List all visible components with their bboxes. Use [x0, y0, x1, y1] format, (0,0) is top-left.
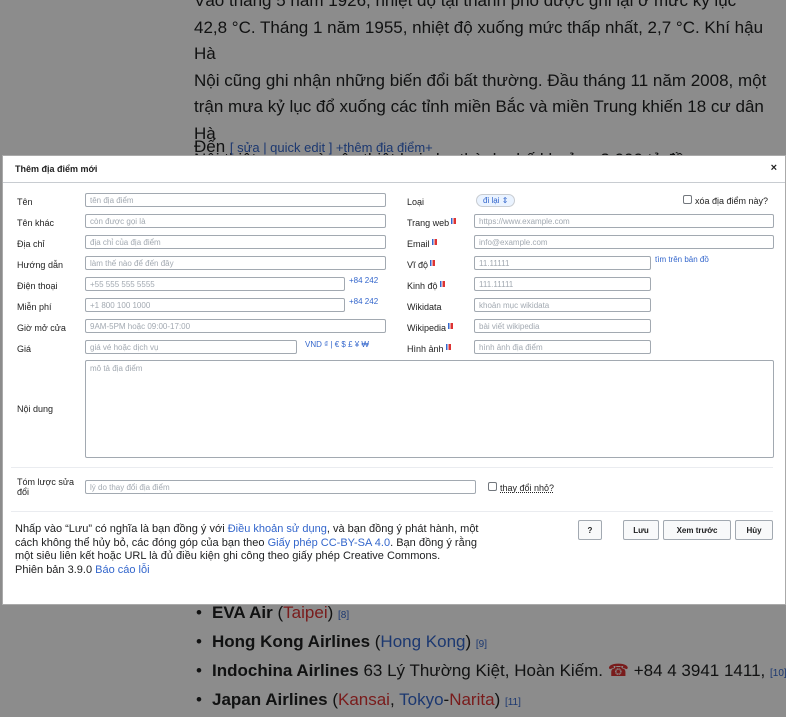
close-icon[interactable]: ×: [771, 162, 777, 174]
label-address: Địa chỉ: [17, 239, 45, 249]
wikidata-flag-icon: [431, 239, 437, 245]
label-email: Email: [407, 239, 437, 249]
cancel-button[interactable]: Hủy: [735, 520, 773, 540]
wikidata-flag-icon: [445, 344, 451, 350]
label-tollfree: Miễn phí: [17, 302, 52, 312]
label-alt: Tên khác: [17, 218, 55, 228]
wikidata-flag-icon: [451, 218, 457, 224]
label-price: Giá: [17, 344, 32, 354]
delete-label: xóa địa điểm này?: [695, 196, 769, 206]
long-input[interactable]: [474, 277, 651, 291]
name-input[interactable]: [85, 193, 386, 207]
type-select[interactable]: đi lại ⇕: [476, 194, 516, 207]
preview-button[interactable]: Xem trước: [663, 520, 731, 540]
dialog-title: Thêm địa điểm mới: [15, 164, 98, 174]
price-input[interactable]: [85, 340, 297, 354]
email-input[interactable]: [474, 235, 774, 249]
label-type: Loại: [407, 197, 425, 207]
wikidata-input[interactable]: [474, 298, 651, 312]
label-hours: Giờ mở cửa: [17, 323, 66, 333]
label-phone: Điện thoại: [17, 281, 58, 291]
add-listing-dialog: Thêm địa điểm mới × Tên Tên khác Địa chỉ…: [2, 155, 786, 605]
label-image: Hình ảnh: [407, 344, 451, 354]
license-notice: Nhấp vào “Lưu” có nghĩa là bạn đồng ý vớ…: [15, 523, 479, 576]
help-button[interactable]: ?: [578, 520, 602, 540]
find-on-map-link[interactable]: tìm trên bản đồ: [655, 255, 709, 264]
divider: [11, 467, 773, 468]
label-lat: Vĩ độ: [407, 260, 436, 270]
tollfree-input[interactable]: [85, 298, 345, 312]
divider: [11, 511, 773, 512]
wikidata-flag-icon: [439, 281, 445, 287]
label-name: Tên: [17, 197, 33, 207]
wikidata-flag-icon: [430, 260, 436, 266]
save-button[interactable]: Lưu: [623, 520, 659, 540]
chevron-updown-icon: ⇕: [501, 196, 509, 205]
label-long: Kinh độ: [407, 281, 445, 291]
terms-link[interactable]: Điều khoản sử dụng: [228, 523, 327, 535]
image-input[interactable]: [474, 340, 651, 354]
address-input[interactable]: [85, 235, 386, 249]
wikidata-flag-icon: [448, 323, 454, 329]
content-textarea[interactable]: [85, 360, 774, 458]
summary-input[interactable]: [85, 480, 476, 494]
website-input[interactable]: [474, 214, 774, 228]
minor-edit-checkbox[interactable]: [488, 482, 497, 491]
lat-input[interactable]: [474, 256, 651, 270]
license-link[interactable]: Giấy phép CC-BY-SA 4.0: [268, 537, 391, 549]
label-wikidata: Wikidata: [407, 302, 442, 312]
label-summary: Tóm lược sửa đổi: [17, 477, 74, 497]
report-bug-link[interactable]: Báo cáo lỗi: [95, 564, 149, 576]
label-directions: Hướng dẫn: [17, 260, 63, 270]
label-website: Trang web: [407, 218, 457, 228]
delete-checkbox[interactable]: [683, 195, 692, 204]
dialog-header: Thêm địa điểm mới ×: [3, 156, 785, 183]
phone-prefix-link[interactable]: +84 242: [349, 276, 378, 285]
alt-input[interactable]: [85, 214, 386, 228]
label-wikipedia: Wikipedia: [407, 323, 454, 333]
wikipedia-input[interactable]: [474, 319, 651, 333]
phone-input[interactable]: [85, 277, 345, 291]
currency-links[interactable]: VND ₫ | € $ £ ¥ ₩: [305, 340, 369, 349]
directions-input[interactable]: [85, 256, 386, 270]
hours-input[interactable]: [85, 319, 386, 333]
tollfree-prefix-link[interactable]: +84 242: [349, 297, 378, 306]
minor-edit-label: thay đổi nhỏ?: [500, 483, 555, 493]
label-content: Nội dung: [17, 404, 54, 414]
